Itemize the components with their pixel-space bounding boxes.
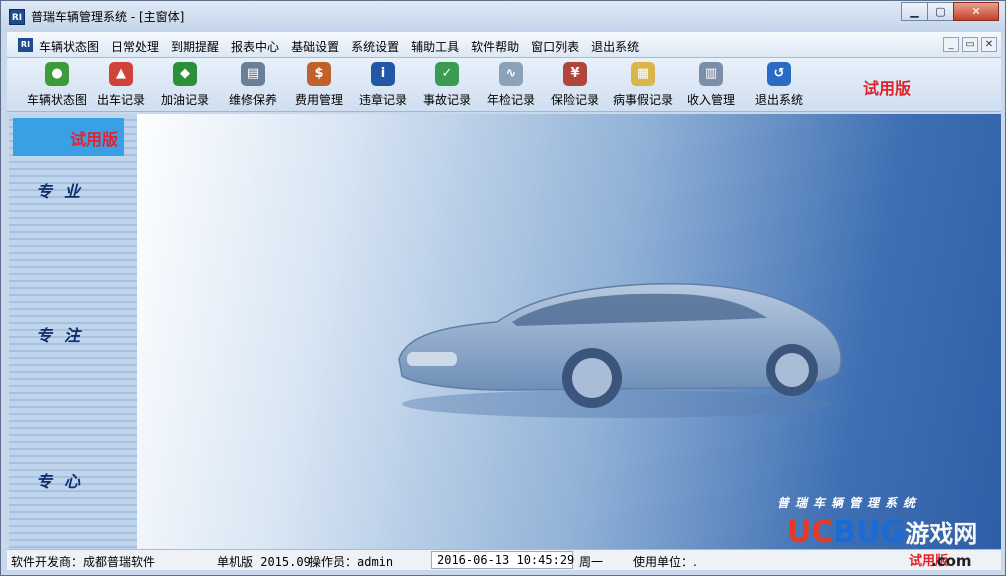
car-image bbox=[398, 283, 842, 418]
watermark-uc: UC bbox=[787, 515, 834, 549]
title-bar: RI 普瑞车辆管理系统 - [主窗体] ▁ ▢ ✕ bbox=[1, 1, 1005, 32]
mdi-controls: _ ▭ ✕ bbox=[940, 37, 997, 52]
mdi-close-button[interactable]: ✕ bbox=[981, 37, 997, 52]
exit-icon: ↺ bbox=[767, 62, 791, 86]
close-button[interactable]: ✕ bbox=[953, 2, 999, 21]
fuel-icon: ◆ bbox=[173, 62, 197, 86]
watermark-game: 游戏网 bbox=[905, 520, 978, 548]
toolbar-button-6[interactable]: ✓ 事故记录 bbox=[415, 62, 479, 108]
toolbar-button-label: 车辆状态图 bbox=[26, 93, 87, 107]
toolbar-button-4[interactable]: $ 费用管理 bbox=[287, 62, 351, 108]
toolbar-button-label: 收入管理 bbox=[686, 93, 735, 107]
toolbar-button-1[interactable]: ▲ 出车记录 bbox=[89, 62, 153, 108]
watermark-com: .com bbox=[931, 552, 972, 570]
watermark-bug: BUG bbox=[833, 515, 906, 549]
toolbar-button-label: 年检记录 bbox=[486, 93, 535, 107]
minimize-button[interactable]: ▁ bbox=[901, 2, 928, 21]
accident-icon: ✓ bbox=[435, 62, 459, 86]
sidebar-word-focus: 专注 bbox=[35, 326, 92, 345]
brand-slogan: 普瑞车辆管理系统 bbox=[777, 496, 922, 510]
toolbar-button-2[interactable]: ◆ 加油记录 bbox=[153, 62, 217, 108]
window-title: 普瑞车辆管理系统 - [主窗体] bbox=[31, 10, 185, 24]
menu-item-6[interactable]: 辅助工具 bbox=[411, 38, 459, 55]
toolbar: 试用版 ● 车辆状态图 ▲ 出车记录 ◆ 加油记录 ▤ 维修保养 $ 费用管理 i 违章记录 ✓ 事故记录… bbox=[7, 58, 1001, 112]
status-version: 单机版 2015.09 bbox=[217, 555, 311, 569]
vehicle-status-icon: ● bbox=[45, 62, 69, 86]
sidebar: 试用版 专业 专注 专心 bbox=[9, 114, 137, 549]
main-area: 普瑞车辆管理系统 UCBUG游戏网 bbox=[137, 114, 1001, 549]
toolbar-button-3[interactable]: ▤ 维修保养 bbox=[221, 62, 285, 108]
maintenance-icon: ▤ bbox=[241, 62, 265, 86]
maximize-button[interactable]: ▢ bbox=[927, 2, 954, 21]
toolbar-button-10[interactable]: ▥ 收入管理 bbox=[679, 62, 743, 108]
menu-items: 车辆状态图 日常处理 到期提醒 报表中心 基础设置 系统设置 辅助工具 软件帮助 窗口列表 退出系… bbox=[39, 38, 651, 55]
toolbar-button-9[interactable]: ▦ 病事假记录 bbox=[611, 62, 675, 108]
toolbar-button-label: 事故记录 bbox=[422, 93, 471, 107]
toolbar-button-label: 违章记录 bbox=[358, 93, 407, 107]
toolbar-button-label: 出车记录 bbox=[96, 93, 145, 107]
toolbar-button-0[interactable]: ● 车辆状态图 bbox=[25, 62, 89, 108]
status-unit: 使用单位：. bbox=[633, 555, 697, 569]
app-icon: RI bbox=[9, 9, 25, 25]
status-bar: 软件开发商：成都普瑞软件 单机版 2015.09 操作员：admin 2016-… bbox=[7, 549, 1001, 570]
income-icon: ▥ bbox=[699, 62, 723, 86]
menu-item-1[interactable]: 日常处理 bbox=[111, 38, 159, 55]
ucbug-watermark: UCBUG游戏网 bbox=[787, 514, 977, 549]
menu-item-3[interactable]: 报表中心 bbox=[231, 38, 279, 55]
trial-label-toolbar: 试用版 bbox=[863, 79, 912, 98]
status-operator: 操作员：admin bbox=[309, 555, 394, 569]
menu-item-2[interactable]: 到期提醒 bbox=[171, 38, 219, 55]
menu-item-4[interactable]: 基础设置 bbox=[291, 38, 339, 55]
status-weekday: 周一 bbox=[579, 555, 604, 569]
sidebar-word-professional: 专业 bbox=[35, 182, 92, 201]
leave-icon: ▦ bbox=[631, 62, 655, 86]
status-developer: 软件开发商：成都普瑞软件 bbox=[11, 555, 156, 569]
menu-item-9[interactable]: 退出系统 bbox=[591, 38, 639, 55]
inspection-icon: ∿ bbox=[499, 62, 523, 86]
toolbar-button-5[interactable]: i 违章记录 bbox=[351, 62, 415, 108]
toolbar-button-label: 加油记录 bbox=[160, 93, 209, 107]
toolbar-button-11[interactable]: ↺ 退出系统 bbox=[747, 62, 811, 108]
mdi-app-icon: RI bbox=[18, 38, 33, 52]
mdi-minimize-button[interactable]: _ bbox=[943, 37, 959, 52]
toolbar-button-7[interactable]: ∿ 年检记录 bbox=[479, 62, 543, 108]
sidebar-word-dedicated: 专心 bbox=[35, 472, 92, 491]
menu-item-5[interactable]: 系统设置 bbox=[351, 38, 399, 55]
toolbar-button-label: 退出系统 bbox=[754, 93, 803, 107]
toolbar-button-8[interactable]: ¥ 保险记录 bbox=[543, 62, 607, 108]
mdi-restore-button[interactable]: ▭ bbox=[962, 37, 978, 52]
toolbar-button-label: 费用管理 bbox=[294, 93, 343, 107]
menu-item-8[interactable]: 窗口列表 bbox=[531, 38, 579, 55]
dispatch-icon: ▲ bbox=[109, 62, 133, 86]
expense-icon: $ bbox=[307, 62, 331, 86]
violation-icon: i bbox=[371, 62, 395, 86]
window-controls: ▁ ▢ ✕ bbox=[901, 2, 999, 21]
main-window: RI 普瑞车辆管理系统 - [主窗体] ▁ ▢ ✕ RI 车辆状态图 日常处理 到期… bbox=[0, 0, 1006, 576]
trial-label-sidebar: 试用版 bbox=[13, 118, 124, 156]
toolbar-button-label: 维修保养 bbox=[228, 93, 277, 107]
toolbar-button-label: 病事假记录 bbox=[612, 93, 673, 107]
menu-item-7[interactable]: 软件帮助 bbox=[471, 38, 519, 55]
insurance-icon: ¥ bbox=[563, 62, 587, 86]
menu-bar: RI 车辆状态图 日常处理 到期提醒 报表中心 基础设置 系统设置 辅助工具 软件帮助 窗口列表… bbox=[7, 32, 1001, 58]
menu-item-0[interactable]: 车辆状态图 bbox=[39, 38, 99, 55]
toolbar-button-label: 保险记录 bbox=[550, 93, 599, 107]
status-datetime: 2016-06-13 10:45:29 bbox=[437, 553, 575, 567]
